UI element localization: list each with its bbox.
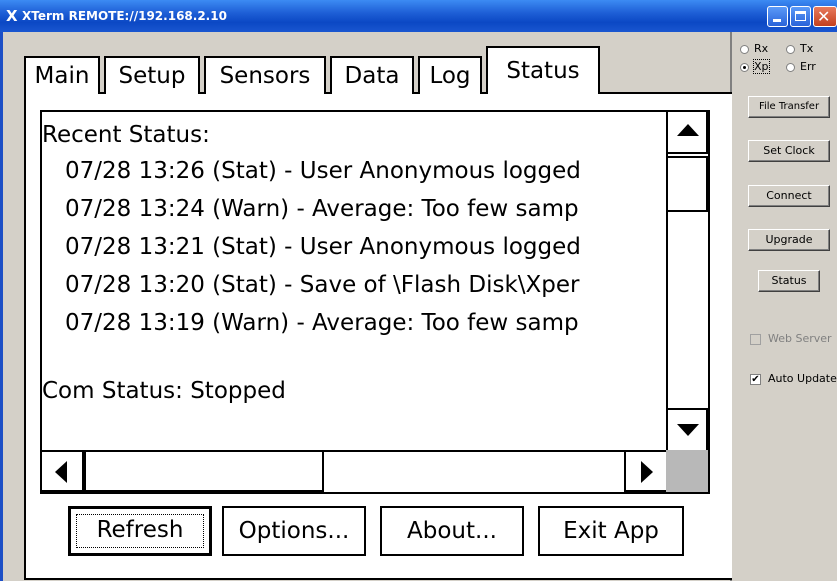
radio-err-label: Err: [800, 60, 816, 73]
tab-sensors[interactable]: Sensors: [204, 56, 326, 94]
tab-setup[interactable]: Setup: [104, 56, 200, 94]
radio-rx-label: Rx: [754, 42, 769, 55]
com-status: Com Status: Stopped: [42, 378, 286, 404]
radio-err[interactable]: [786, 63, 795, 72]
web-server-label: Web Server: [768, 332, 832, 345]
exit-app-button[interactable]: Exit App: [538, 506, 684, 556]
arrow-down-icon: [677, 424, 699, 436]
tab-status[interactable]: Status: [486, 46, 600, 94]
close-button[interactable]: ✕: [813, 6, 837, 27]
window-title: XTerm REMOTE://192.168.2.10: [22, 9, 227, 23]
status-text-area: Recent Status: 07/28 13:26 (Stat) - User…: [42, 112, 664, 450]
scroll-up-button[interactable]: [666, 112, 708, 154]
arrow-left-icon: [55, 461, 67, 483]
focus-rectangle: [76, 514, 204, 548]
radio-rx[interactable]: [740, 45, 749, 54]
file-transfer-button[interactable]: File Transfer: [748, 96, 830, 118]
scroll-down-button[interactable]: [666, 408, 708, 452]
about-button[interactable]: About...: [380, 506, 524, 556]
connect-button[interactable]: Connect: [748, 185, 830, 207]
status-entry: 07/28 13:19 (Warn) - Average: Too few sa…: [65, 310, 579, 336]
auto-update-label: Auto Update: [768, 372, 837, 385]
tab-log[interactable]: Log: [418, 56, 482, 94]
radio-xp[interactable]: [740, 63, 749, 72]
arrow-right-icon: [641, 461, 653, 483]
arrow-up-icon: [677, 124, 699, 136]
vertical-scroll-thumb[interactable]: [666, 156, 708, 212]
horizontal-scrollbar[interactable]: [42, 450, 668, 492]
status-button[interactable]: Status: [758, 270, 820, 292]
app-x-icon: X: [6, 7, 18, 25]
scroll-right-button[interactable]: [624, 450, 668, 492]
auto-update-checkbox[interactable]: ✔: [750, 374, 761, 385]
title-bar[interactable]: X XTerm REMOTE://192.168.2.10 ✕: [0, 0, 837, 32]
options-button[interactable]: Options...: [222, 506, 366, 556]
tab-main[interactable]: Main: [24, 56, 100, 94]
web-server-checkbox[interactable]: [750, 334, 761, 345]
radio-tx[interactable]: [786, 45, 795, 54]
status-entry: 07/28 13:21 (Stat) - User Anonymous logg…: [65, 234, 581, 260]
upgrade-button[interactable]: Upgrade: [748, 229, 830, 251]
vertical-scrollbar[interactable]: [666, 112, 708, 452]
radio-tx-label: Tx: [800, 42, 814, 55]
status-entry: 07/28 13:26 (Stat) - User Anonymous logg…: [65, 158, 581, 184]
scrollbar-corner: [666, 450, 708, 492]
scroll-left-button[interactable]: [42, 450, 84, 492]
minimize-button[interactable]: [767, 6, 788, 27]
tab-join: [488, 90, 598, 94]
recent-status-heading: Recent Status:: [42, 122, 210, 148]
control-side-panel: Rx Tx Xp Err File Transfer Set Clock Con…: [734, 32, 837, 581]
maximize-icon: [795, 11, 806, 21]
tab-data[interactable]: Data: [330, 56, 414, 94]
status-entry: 07/28 13:24 (Warn) - Average: Too few sa…: [65, 196, 579, 222]
status-listbox[interactable]: Recent Status: 07/28 13:26 (Stat) - User…: [40, 110, 710, 494]
horizontal-scroll-thumb[interactable]: [84, 450, 324, 492]
minimize-icon: [773, 19, 781, 22]
set-clock-button[interactable]: Set Clock: [748, 140, 830, 162]
close-icon: ✕: [817, 7, 831, 26]
status-entry: 07/28 13:20 (Stat) - Save of \Flash Disk…: [65, 272, 580, 298]
refresh-button[interactable]: Refresh: [68, 506, 212, 556]
radio-xp-label: Xp: [753, 59, 770, 74]
maximize-button[interactable]: [790, 6, 811, 27]
